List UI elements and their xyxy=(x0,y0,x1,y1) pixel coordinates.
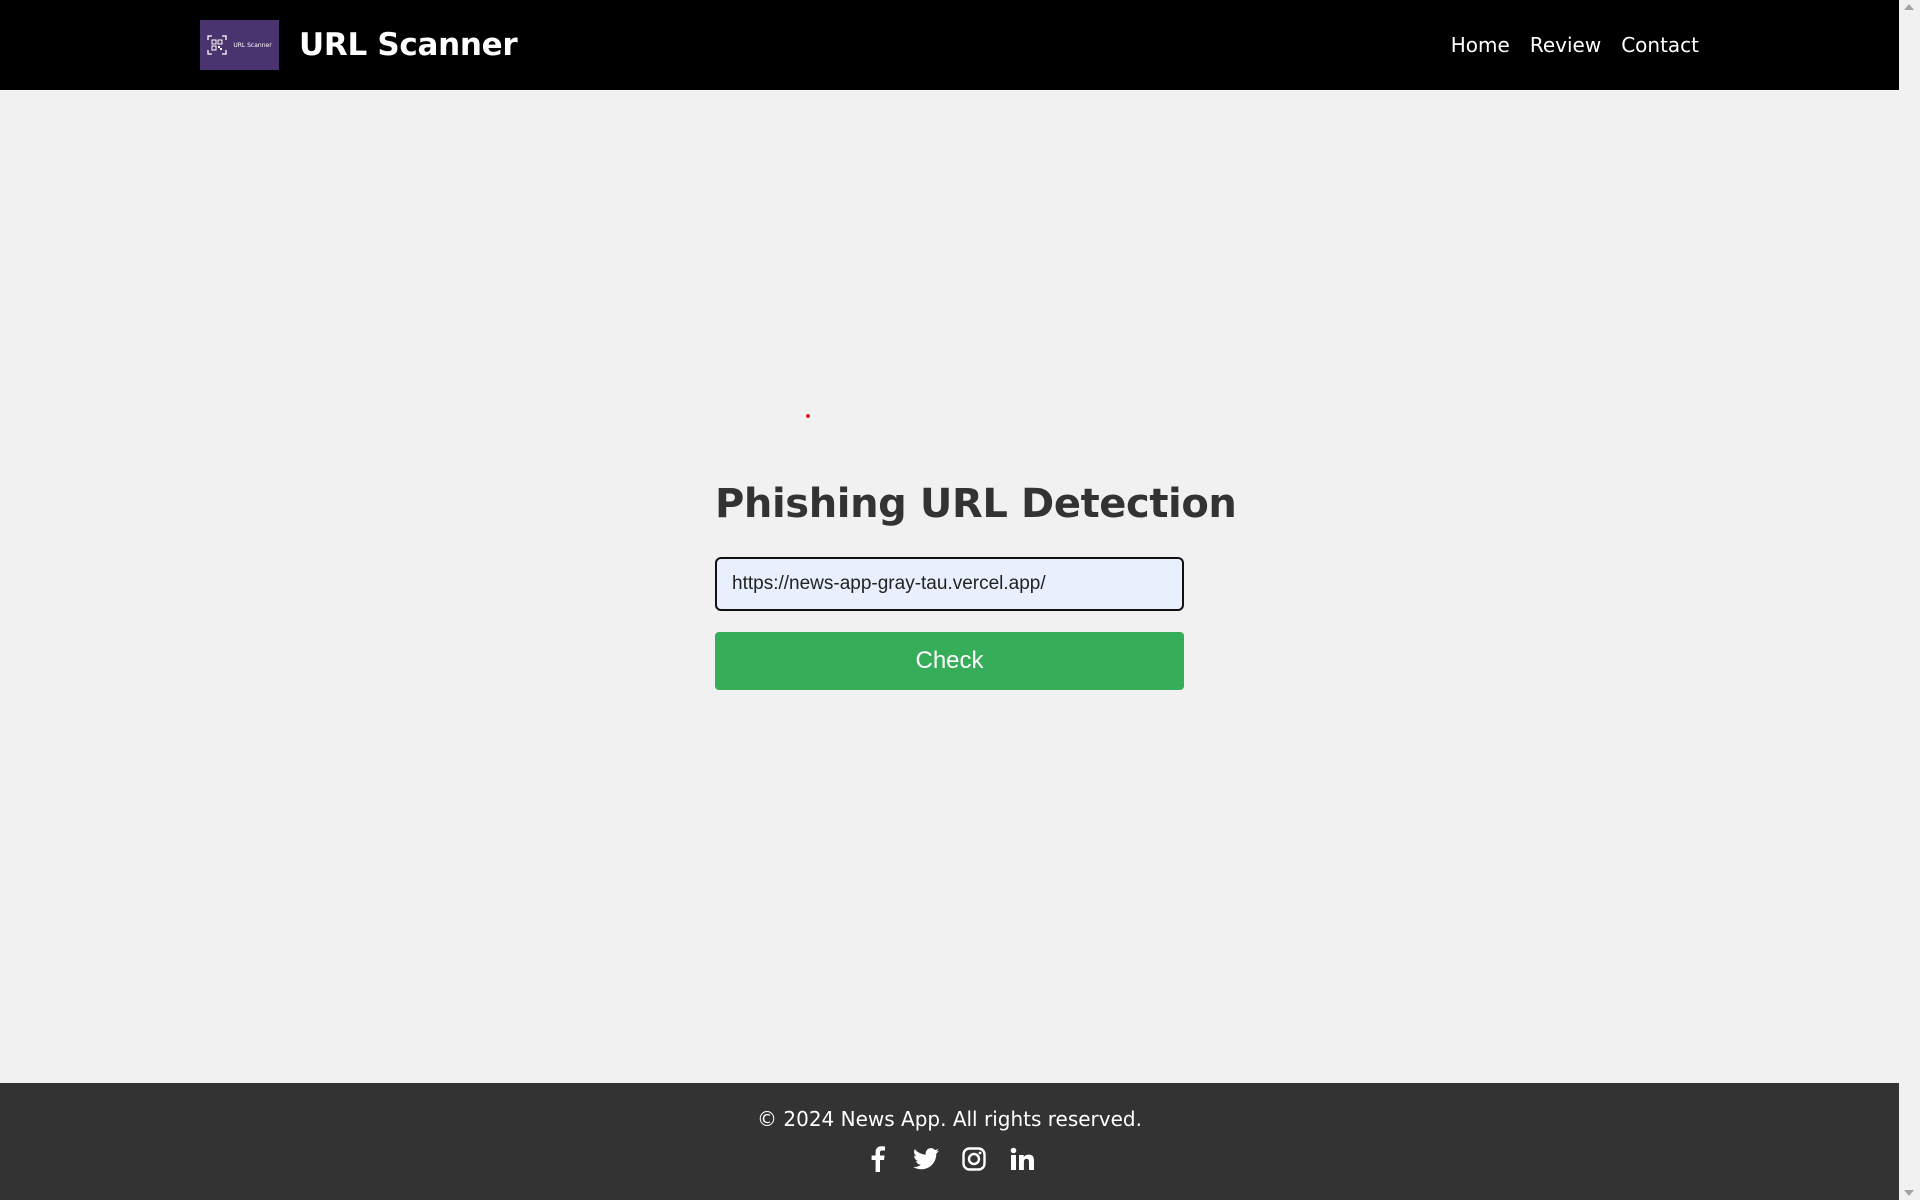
qr-scan-icon xyxy=(207,35,227,55)
red-dot xyxy=(806,414,810,418)
footer: © 2024 News App. All rights reserved. xyxy=(0,1083,1899,1200)
copyright-text: © 2024 News App. All rights reserved. xyxy=(0,1104,1899,1134)
url-input[interactable] xyxy=(715,557,1184,611)
scroll-up-arrow-icon[interactable] xyxy=(1904,4,1914,10)
scroll-down-arrow-icon[interactable] xyxy=(1904,1190,1914,1196)
page-title: Phishing URL Detection xyxy=(715,474,1185,534)
logo-text: URL Scanner xyxy=(233,42,271,49)
nav-contact-link[interactable]: Contact xyxy=(1621,30,1699,60)
nav-review-link[interactable]: Review xyxy=(1530,30,1601,60)
linkedin-icon[interactable] xyxy=(1009,1146,1035,1172)
logo[interactable]: URL Scanner xyxy=(200,20,279,70)
check-button[interactable]: Check xyxy=(715,632,1184,690)
twitter-icon[interactable] xyxy=(913,1146,939,1172)
scrollbar[interactable] xyxy=(1899,0,1920,1200)
navbar: URL Scanner URL Scanner Home Review Cont… xyxy=(0,0,1899,90)
instagram-icon[interactable] xyxy=(961,1146,987,1172)
facebook-icon[interactable] xyxy=(865,1146,891,1172)
social-links xyxy=(0,1146,1899,1172)
brand-title[interactable]: URL Scanner xyxy=(299,22,517,68)
nav-home-link[interactable]: Home xyxy=(1451,30,1510,60)
nav-links: Home Review Contact xyxy=(1451,30,1699,60)
